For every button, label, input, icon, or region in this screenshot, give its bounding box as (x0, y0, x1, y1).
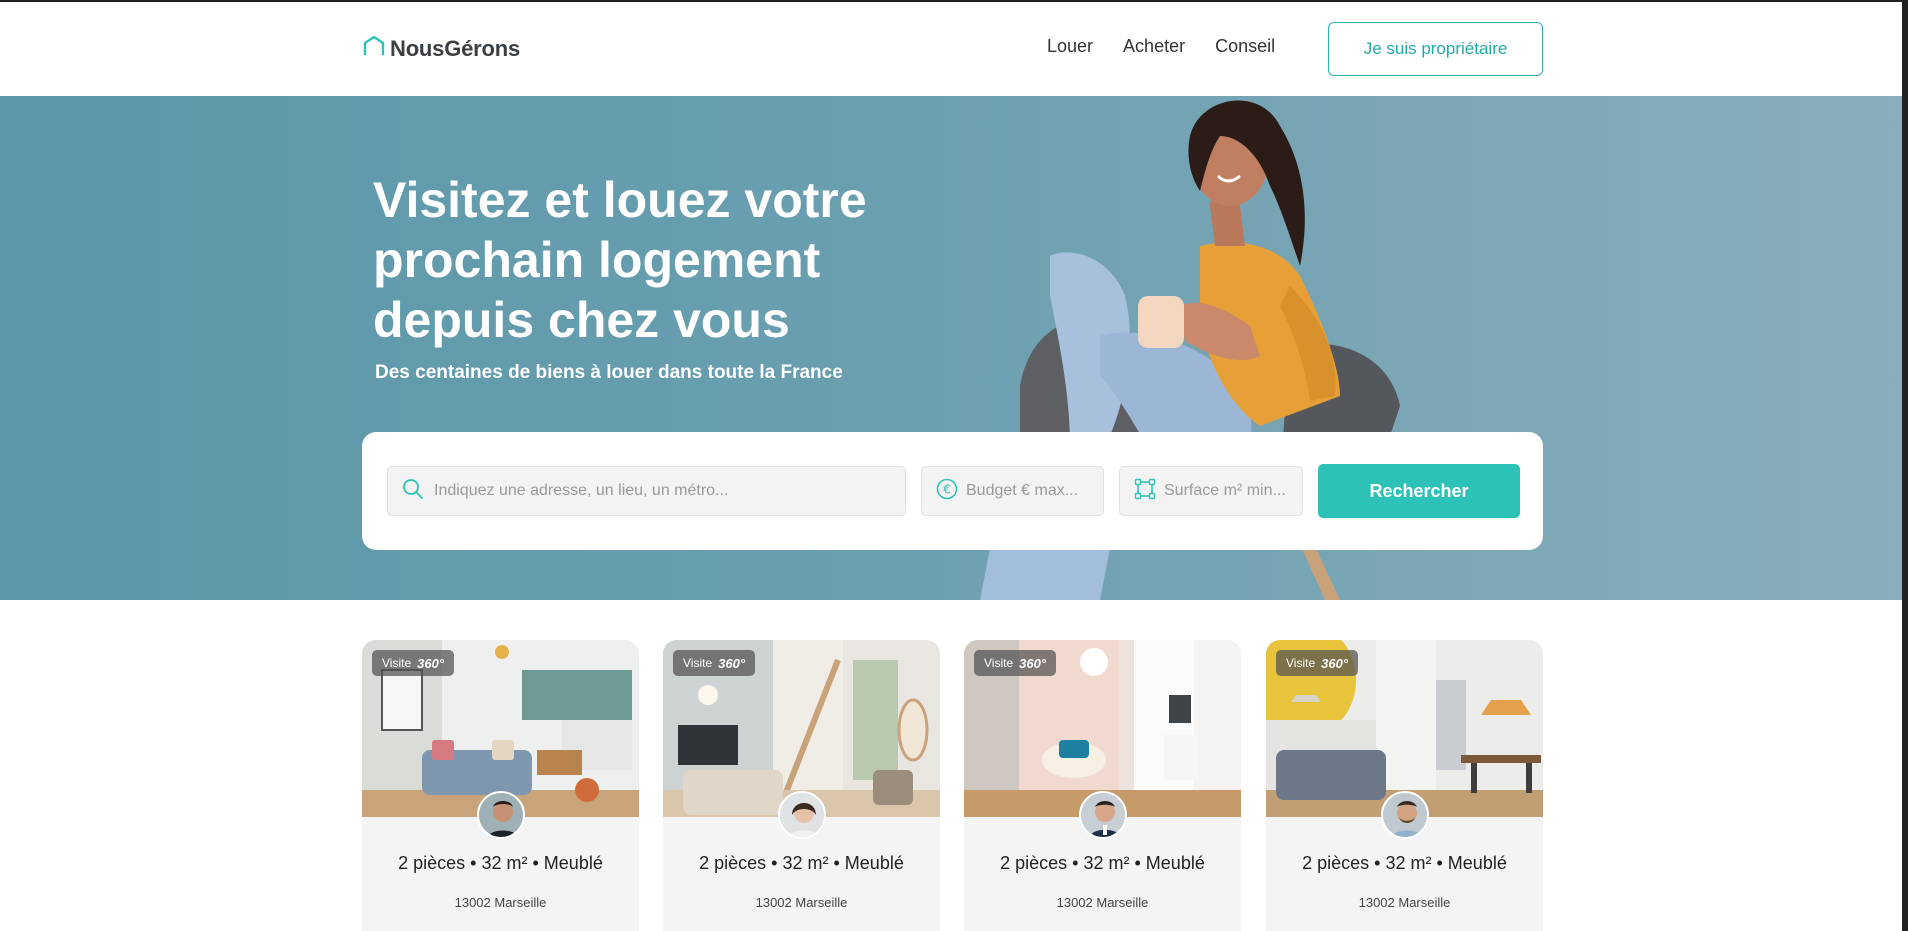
logo-text: NousGérons (390, 35, 521, 61)
search-icon (402, 478, 424, 505)
badge-360-label: 360° (1019, 655, 1047, 671)
visit-360-badge: Visite 360° (372, 650, 455, 676)
svg-text:€: € (943, 482, 951, 496)
listing-title: 2 pièces • 32 m² • Meublé (398, 853, 603, 873)
badge-360-label: 360° (718, 655, 746, 671)
listing-card[interactable]: Visite 360° 2 pièces • 32 m² • Meublé 13… (964, 640, 1241, 931)
main-nav: Louer Acheter Conseil (1047, 36, 1275, 57)
hero-title-line: prochain logement (373, 232, 821, 288)
listing-location: 13002 Marseille (755, 895, 848, 910)
search-button[interactable]: Rechercher (1318, 464, 1520, 518)
address-search-field[interactable] (387, 466, 906, 516)
hero-title-line: depuis chez vous (373, 292, 790, 348)
listing-card[interactable]: Visite 360° 2 pièces • 32 m² • Meublé 13… (362, 640, 639, 931)
site-header: NousGérons Louer Acheter Conseil Je suis… (0, 0, 1908, 96)
logo[interactable]: NousGérons (362, 34, 520, 63)
surface-input[interactable] (1164, 482, 1302, 500)
house-logo-icon (362, 34, 386, 63)
badge-360-label: 360° (1321, 655, 1349, 671)
visit-360-badge: Visite 360° (673, 650, 756, 676)
badge-label: Visite (984, 656, 1014, 670)
listing-card[interactable]: Visite 360° 2 pièces • 32 m² • Meublé 13… (663, 640, 940, 931)
nav-link-acheter[interactable]: Acheter (1123, 36, 1185, 57)
hero-subtitle: Des centaines de biens à louer dans tout… (375, 362, 843, 383)
listing-card[interactable]: Visite 360° 2 pièces • 32 m² • Meublé 13… (1266, 640, 1543, 931)
nav-link-conseil[interactable]: Conseil (1215, 36, 1275, 57)
badge-label: Visite (382, 656, 412, 670)
listings-grid: Visite 360° 2 pièces • 32 m² • Meublé 13… (362, 640, 1543, 931)
agent-avatar (1381, 791, 1429, 839)
listing-title: 2 pièces • 32 m² • Meublé (1302, 853, 1507, 873)
budget-field[interactable]: € (921, 466, 1104, 516)
visit-360-badge: Visite 360° (974, 650, 1057, 676)
surface-field[interactable] (1119, 466, 1303, 516)
listing-title: 2 pièces • 32 m² • Meublé (1000, 853, 1205, 873)
badge-label: Visite (683, 656, 713, 670)
listing-title: 2 pièces • 32 m² • Meublé (699, 853, 904, 873)
budget-input[interactable] (966, 482, 1103, 500)
search-bar: € Rechercher (362, 432, 1543, 550)
address-input[interactable] (434, 482, 905, 500)
badge-label: Visite (1286, 656, 1316, 670)
agent-avatar (477, 791, 525, 839)
visit-360-badge: Visite 360° (1276, 650, 1359, 676)
badge-360-label: 360° (417, 655, 445, 671)
hero-title-line: Visitez et louez votre (373, 172, 867, 228)
euro-icon: € (936, 478, 958, 505)
hero-title: Visitez et louez votre prochain logement… (373, 170, 933, 350)
surface-area-icon (1134, 478, 1156, 505)
agent-avatar (778, 791, 826, 839)
agent-avatar (1079, 791, 1127, 839)
listing-location: 13002 Marseille (454, 895, 547, 910)
listing-location: 13002 Marseille (1358, 895, 1451, 910)
listing-location: 13002 Marseille (1056, 895, 1149, 910)
owner-button[interactable]: Je suis propriétaire (1328, 22, 1543, 76)
nav-link-louer[interactable]: Louer (1047, 36, 1093, 57)
